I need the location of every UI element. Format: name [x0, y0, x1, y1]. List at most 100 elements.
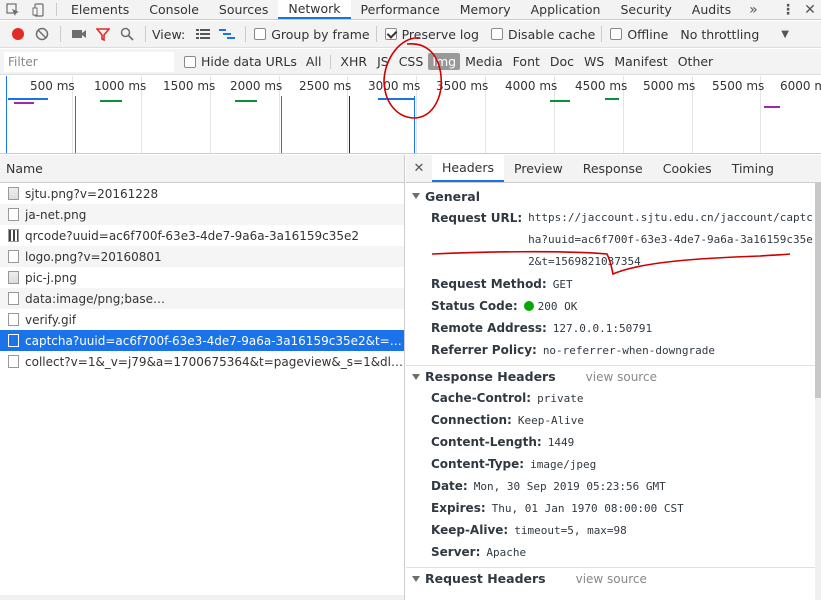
tab-elements[interactable]: Elements	[61, 0, 139, 19]
filter-type-img[interactable]: Img	[428, 53, 461, 70]
funnel-icon	[96, 28, 110, 41]
request-headers-section-header[interactable]: Request Headers view source	[406, 567, 821, 589]
disable-cache-checkbox[interactable]: Disable cache	[490, 27, 595, 42]
event-marker	[414, 96, 415, 153]
dropdown-arrow-icon: ▼	[781, 28, 789, 40]
filter-type-manifest[interactable]: Manifest	[609, 54, 672, 69]
waterfall-view-button[interactable]	[215, 23, 239, 45]
request-row[interactable]: data:image/png;base…	[0, 288, 404, 309]
request-name: captcha?uuid=ac6f700f-63e3-4de7-9a6a-3a1…	[25, 333, 404, 348]
capture-screenshots-button[interactable]	[67, 23, 91, 45]
device-toolbar-icon[interactable]	[26, 0, 52, 19]
header-name: Content-Type:	[431, 457, 525, 471]
response-headers-section-header[interactable]: Response Headers view source	[406, 365, 821, 387]
filter-type-doc[interactable]: Doc	[545, 54, 579, 69]
request-name: qrcode?uuid=ac6f700f-63e3-4de7-9a6a-3a16…	[25, 228, 359, 243]
vertical-scrollbar-thumb[interactable]	[815, 183, 821, 398]
general-section-header[interactable]: General	[406, 185, 821, 207]
status-code-row: Status Code: 200 OK	[406, 295, 821, 317]
close-detail-icon[interactable]: ✕	[406, 155, 432, 182]
offline-label: Offline	[627, 26, 669, 42]
remote-address-row: Remote Address: 127.0.0.1:50791	[406, 317, 821, 339]
tab-headers[interactable]: Headers	[432, 155, 505, 182]
request-row[interactable]: pic-j.png	[0, 267, 404, 288]
close-devtools-icon[interactable]: ✕	[799, 0, 821, 19]
inspect-element-icon[interactable]	[0, 0, 26, 19]
tab-sources[interactable]: Sources	[209, 0, 278, 19]
hide-data-urls-box[interactable]	[184, 55, 196, 68]
request-row[interactable]: ja-net.png	[0, 204, 404, 225]
tab-timing[interactable]: Timing	[722, 155, 784, 182]
filter-type-font[interactable]: Font	[508, 54, 545, 69]
status-code-label: Status Code:	[431, 299, 518, 313]
hide-data-urls-checkbox[interactable]: Hide data URLs	[184, 54, 297, 69]
offline-checkbox[interactable]: Offline	[610, 27, 668, 42]
group-by-frame-box[interactable]	[254, 28, 267, 40]
filter-type-other[interactable]: Other	[673, 54, 719, 69]
record-button[interactable]	[6, 23, 30, 45]
request-row[interactable]: verify.gif	[0, 309, 404, 330]
name-column-header[interactable]: Name	[0, 155, 404, 183]
filter-input[interactable]	[4, 51, 174, 72]
image-file-icon	[8, 187, 19, 200]
search-button[interactable]	[115, 23, 139, 45]
request-list: Name sjtu.png?v=20161228 ja-net.png qrco…	[0, 155, 405, 600]
request-name: data:image/png;base…	[25, 291, 165, 306]
request-row[interactable]: qrcode?uuid=ac6f700f-63e3-4de7-9a6a-3a16…	[0, 225, 404, 246]
tab-application[interactable]: Application	[521, 0, 611, 19]
tab-console[interactable]: Console	[139, 0, 209, 19]
large-rows-button[interactable]	[191, 23, 215, 45]
group-by-frame-checkbox[interactable]: Group by frame	[254, 26, 370, 42]
filter-toggle-button[interactable]	[91, 23, 115, 45]
tab-performance[interactable]: Performance	[351, 0, 450, 19]
filter-type-ws[interactable]: WS	[579, 54, 609, 69]
tab-preview[interactable]: Preview	[504, 155, 573, 182]
disable-cache-box[interactable]	[490, 28, 503, 40]
filter-type-all[interactable]: All	[301, 54, 327, 69]
filter-type-xhr[interactable]: XHR	[335, 54, 372, 69]
tab-memory[interactable]: Memory	[450, 0, 521, 19]
detail-tab-strip: ✕ Headers Preview Response Cookies Timin…	[406, 155, 821, 183]
request-row[interactable]: collect?v=1&_v=j79&a=1700675364&t=pagevi…	[0, 351, 404, 372]
filter-type-media[interactable]: Media	[460, 54, 508, 69]
remote-address-value: 127.0.0.1:50791	[552, 321, 653, 335]
request-row[interactable]: logo.png?v=20160801	[0, 246, 404, 267]
image-file-icon	[8, 334, 19, 347]
horizontal-scrollbar[interactable]	[0, 595, 404, 600]
preserve-log-box[interactable]	[384, 28, 397, 40]
view-source-link[interactable]: view source	[586, 370, 657, 384]
clear-icon	[35, 27, 49, 41]
request-url-value: https://jaccount.sjtu.edu.cn/jaccount/ca…	[528, 211, 813, 268]
preserve-log-checkbox[interactable]: Preserve log	[384, 27, 479, 42]
filter-bar: Hide data URLs All XHR JS CSS Img Media …	[0, 49, 821, 75]
response-headers-title: Response Headers	[425, 369, 556, 384]
request-name: collect?v=1&_v=j79&a=1700675364&t=pagevi…	[25, 354, 404, 369]
more-tabs-button[interactable]: »	[741, 0, 766, 19]
remote-address-label: Remote Address:	[431, 321, 547, 335]
timeline-overview[interactable]: 500 ms 1000 ms 1500 ms 2000 ms 2500 ms 3…	[0, 76, 821, 154]
overview-tick-label: 5000 ms	[643, 79, 696, 93]
view-source-link[interactable]: view source	[576, 572, 647, 586]
overview-tick-label: 2500 ms	[299, 79, 352, 93]
group-by-frame-label: Group by frame	[271, 26, 370, 42]
request-row-selected[interactable]: captcha?uuid=ac6f700f-63e3-4de7-9a6a-3a1…	[0, 330, 404, 351]
request-name: logo.png?v=20160801	[25, 249, 162, 264]
tab-network[interactable]: Network	[278, 0, 351, 19]
request-row[interactable]: sjtu.png?v=20161228	[0, 183, 404, 204]
tab-audits[interactable]: Audits	[682, 0, 741, 19]
tab-response[interactable]: Response	[573, 155, 653, 182]
tab-security[interactable]: Security	[610, 0, 681, 19]
filter-type-js[interactable]: JS	[372, 54, 394, 69]
overview-tick-label: 4000 ms	[505, 79, 558, 93]
request-bar	[550, 100, 570, 102]
tab-cookies[interactable]: Cookies	[653, 155, 722, 182]
request-bar	[605, 98, 619, 100]
request-method-label: Request Method:	[431, 277, 547, 291]
filter-type-css[interactable]: CSS	[394, 54, 429, 69]
network-toolbar: View: Group by frame Preserve log Disabl…	[0, 21, 821, 48]
kebab-menu-icon[interactable]: ⋮	[777, 0, 799, 19]
throttling-select[interactable]: No throttling ▼	[680, 27, 789, 42]
clear-button[interactable]	[30, 23, 54, 45]
general-title: General	[425, 188, 480, 204]
offline-box[interactable]	[610, 28, 623, 40]
